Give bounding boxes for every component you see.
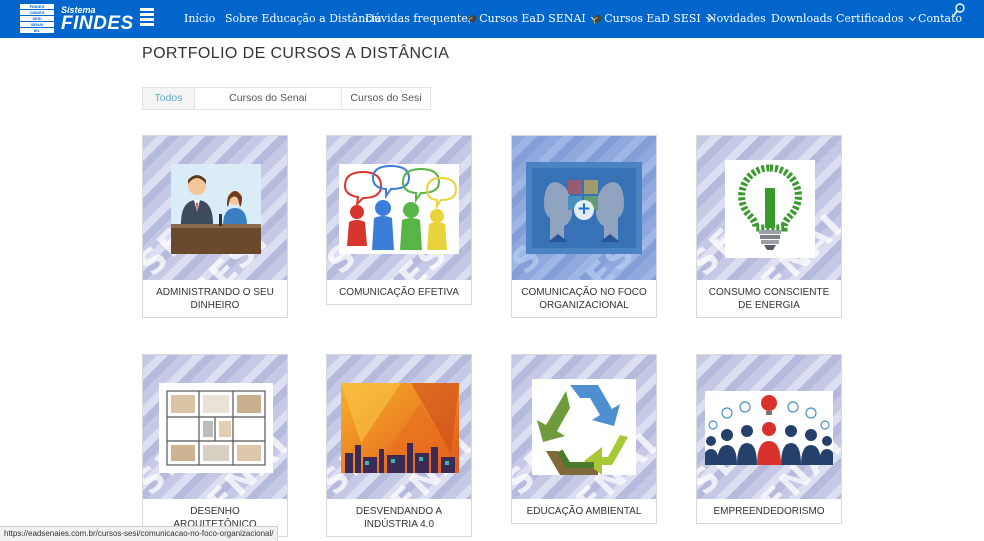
course-thumbnail: SESI SESI + xyxy=(512,136,656,280)
floor-plan-image xyxy=(159,383,273,473)
news-anchors-image xyxy=(171,164,261,254)
page-title: PORTFOLIO DE CURSOS A DISTÂNCIA xyxy=(142,45,450,62)
graduation-cap-icon: 🎓 xyxy=(592,15,604,25)
course-card[interactable]: SENAI SENAI xyxy=(696,354,842,524)
logo-line: SENAI xyxy=(20,22,54,27)
course-thumbnail: SESI SESI xyxy=(327,136,471,280)
course-thumbnail: SENAI SENAI xyxy=(327,355,471,499)
course-title: ADMINISTRANDO O SEU DINHEIRO xyxy=(156,287,274,311)
logo-line: CINDES xyxy=(20,10,54,15)
filter-tab-todos[interactable]: Todos xyxy=(142,87,195,110)
course-card[interactable]: SENAI SENAI xyxy=(326,354,472,537)
nav-item-label: Certificados xyxy=(836,12,904,25)
graduation-cap-icon: 🎓 xyxy=(467,15,479,25)
nav-item-label: Downloads xyxy=(771,12,833,25)
logo-bars-icon xyxy=(140,8,154,28)
lightbulb-leader-image xyxy=(705,391,833,465)
top-navigation-bar: FINDES CINDES SESI SENAI IEL Sistema FIN… xyxy=(0,0,984,38)
logo-line: FINDES xyxy=(20,4,54,9)
industry-skyline-image xyxy=(341,383,459,473)
filter-tab-cursos-senai[interactable]: Cursos do Senai xyxy=(194,87,342,110)
course-card[interactable]: SENAI SENAI xyxy=(142,354,288,537)
course-card[interactable]: SENAI SENAI EDUCAÇÃO AMBIENTAL xyxy=(511,354,657,524)
course-title: CONSUMO CONSCIENTE DE ENERGIA xyxy=(708,287,830,311)
nav-item-label: Novidades xyxy=(707,12,766,25)
logo-entity-stack: FINDES CINDES SESI SENAI IEL xyxy=(20,4,54,34)
plus-icon[interactable]: + xyxy=(574,200,594,220)
nav-item-certificados[interactable]: Certificados xyxy=(836,12,916,25)
nav-item-label: Cursos EaD SENAI xyxy=(479,12,586,25)
filter-tab-cursos-sesi[interactable]: Cursos do Sesi xyxy=(341,87,431,110)
watermark-text: SESI xyxy=(560,222,654,280)
nav-item-cursos-senai[interactable]: 🎓Cursos EaD SENAI xyxy=(467,12,598,25)
nav-item-duvidas[interactable]: Dúvidas frequentes xyxy=(365,12,474,25)
course-title: EDUCAÇÃO AMBIENTAL xyxy=(526,506,642,517)
course-title: EMPREENDEDORISMO xyxy=(713,506,825,517)
nav-item-label: Dúvidas frequentes xyxy=(365,12,474,25)
logo-brand-name: FINDES xyxy=(61,13,134,34)
browser-status-bar-url: https://eadsenaies.com.br/cursos-sesi/co… xyxy=(0,526,279,541)
nav-item-label: Início xyxy=(184,12,216,25)
nav-item-novidades[interactable]: Novidades xyxy=(707,12,766,25)
chevron-down-icon xyxy=(908,13,916,22)
course-title: DESVENDANDO A INDÚSTRIA 4.0 xyxy=(355,506,443,530)
logo-line: IEL xyxy=(20,28,54,33)
course-thumbnail: SENAI SENAI xyxy=(697,355,841,499)
course-card[interactable]: SESI SESI COMUNICAÇÃO EFETIVA xyxy=(326,135,472,305)
portfolio-filter-tabs: Todos Cursos do Senai Cursos do Sesi xyxy=(142,87,431,110)
logo-line: SESI xyxy=(20,16,54,21)
nav-item-cursos-sesi[interactable]: 🎓Cursos EaD SESI xyxy=(592,12,713,25)
course-thumbnail: SESI SESI xyxy=(143,136,287,280)
search-icon[interactable] xyxy=(953,3,965,17)
people-speech-bubbles-image xyxy=(339,164,459,254)
course-title: COMUNICAÇÃO NO FOCO ORGANIZACIONAL xyxy=(521,287,647,311)
course-thumbnail: SENAI SENAI xyxy=(697,136,841,280)
green-lightbulb-image xyxy=(725,160,815,258)
course-card[interactable]: SESI SESI ADMINISTRANDO O SEU DINHEIRO xyxy=(142,135,288,318)
course-thumbnail: SENAI SENAI xyxy=(512,355,656,499)
nav-item-downloads[interactable]: Downloads xyxy=(771,12,832,25)
nav-item-label: Sobre Educação a Distância xyxy=(225,12,382,25)
nav-item-label: Cursos EaD SESI xyxy=(604,12,701,25)
nav-item-sobre-ead[interactable]: Sobre Educação a Distância xyxy=(225,12,382,25)
findes-logo[interactable]: FINDES CINDES SESI SENAI IEL Sistema FIN… xyxy=(20,4,156,34)
course-title: COMUNICAÇÃO EFETIVA xyxy=(339,287,459,298)
recycling-symbol-image xyxy=(532,379,636,475)
course-card[interactable]: SESI SESI + COMUNICAÇÃO NO FOCO ORGANIZA… xyxy=(511,135,657,318)
course-thumbnail: SENAI SENAI xyxy=(143,355,287,499)
course-card[interactable]: SENAI SENAI CONSUMO CONSCIENTE DE ENERGI… xyxy=(696,135,842,318)
nav-item-inicio[interactable]: Início xyxy=(184,12,215,25)
